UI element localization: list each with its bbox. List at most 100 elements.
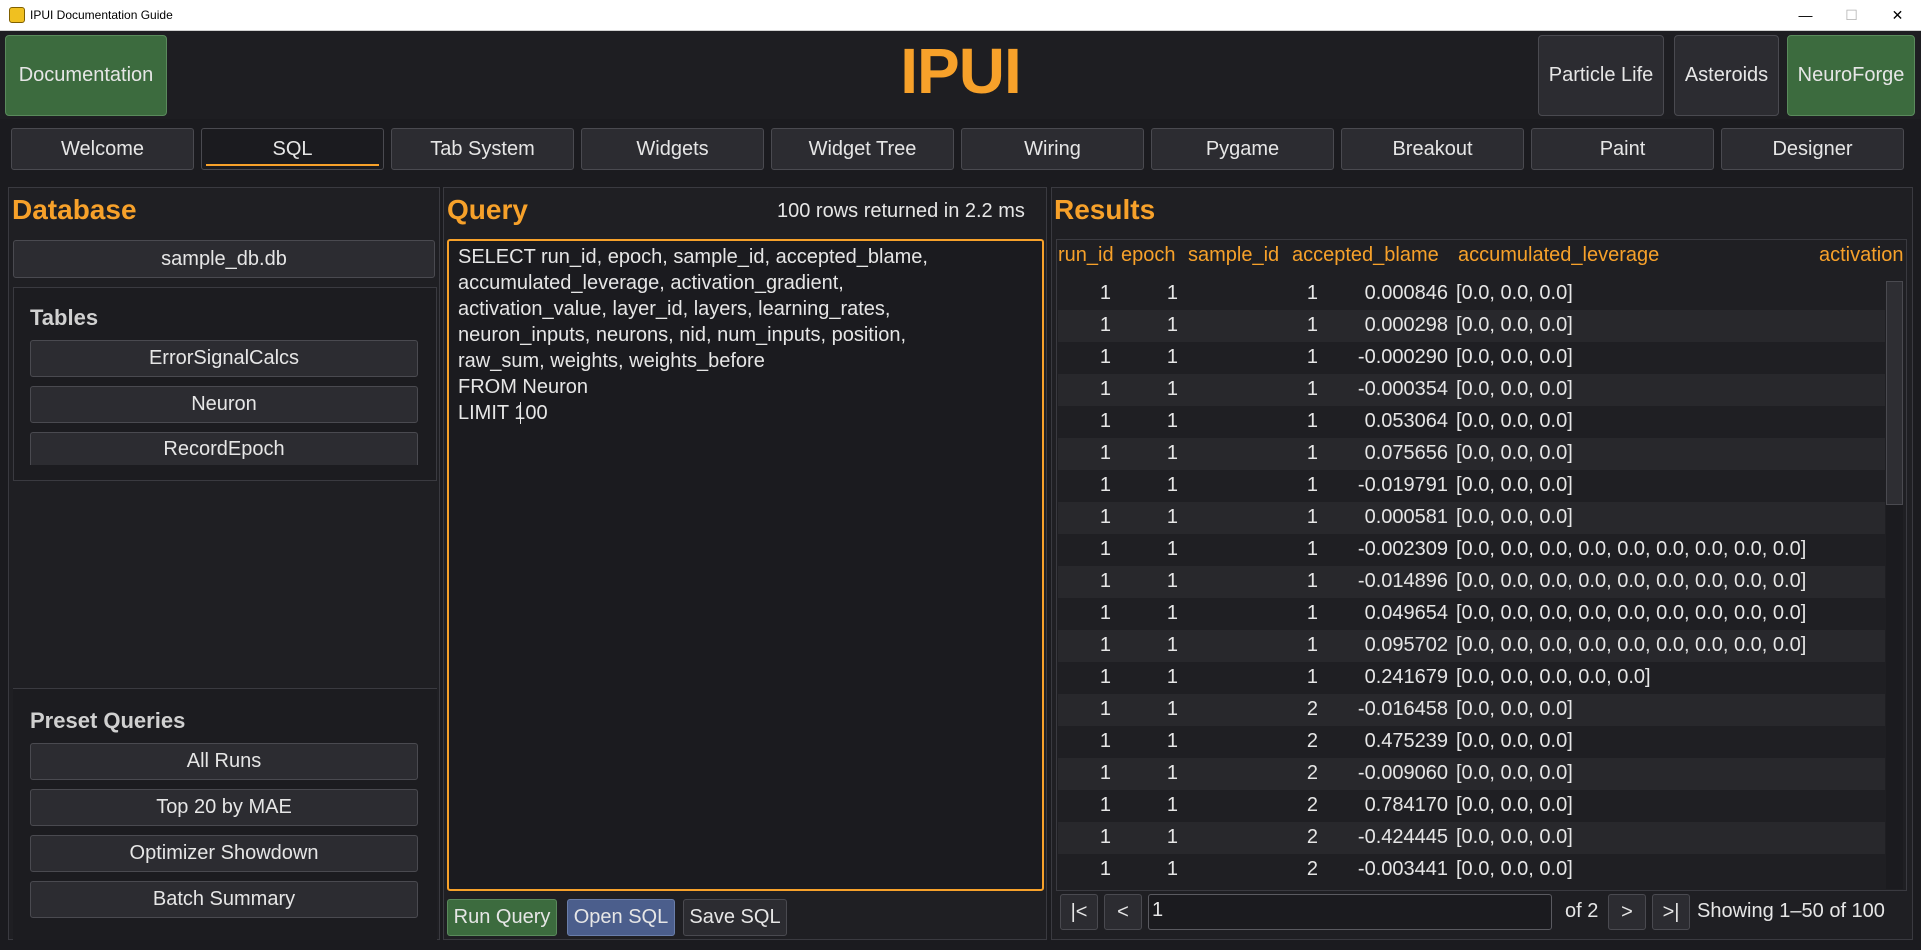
table-cell: 1 [1099, 666, 1111, 688]
asteroids-button[interactable]: Asteroids [1674, 35, 1779, 116]
preset-optimizer-showdown-button[interactable]: Optimizer Showdown [30, 835, 418, 872]
table-cell: 1 [1166, 506, 1178, 528]
column-header[interactable]: accepted_blame [1292, 244, 1439, 267]
column-header[interactable]: run_id [1058, 244, 1114, 267]
table-cell: 1 [1099, 762, 1111, 784]
table-cell: 1 [1306, 474, 1318, 496]
table-row[interactable]: 1 1 1 0.049654 [0.0, 0.0, 0.0, 0.0, 0.0, 0.0… [1058, 598, 1885, 630]
table-cell: 1 [1166, 570, 1178, 592]
table-cell: [0.0, 0.0, 0.0] [1456, 282, 1573, 304]
table-row[interactable]: 1 1 1 -0.000290 [0.0, 0.0, 0.0] [1058, 342, 1885, 374]
table-errorsignalcalcs-button[interactable]: ErrorSignalCalcs [30, 340, 418, 377]
table-row[interactable]: 1 1 1 -0.002309 [0.0, 0.0, 0.0, 0.0, 0.0, 0.… [1058, 534, 1885, 566]
particle-life-button[interactable]: Particle Life [1538, 35, 1664, 116]
database-file-button[interactable]: sample_db.db [13, 240, 435, 278]
tab-pygame[interactable]: Pygame [1151, 128, 1334, 170]
table-cell: 2 [1306, 826, 1318, 848]
tab-paint[interactable]: Paint [1531, 128, 1714, 170]
sql-line: raw_sum, weights, weights_before [458, 350, 765, 372]
sql-line: activation_value, layer_id, layers, lear… [458, 298, 891, 320]
table-row[interactable]: 1 1 1 0.000846 [0.0, 0.0, 0.0] [1058, 278, 1885, 310]
table-cell: 1 [1306, 602, 1318, 624]
table-row[interactable]: 1 1 1 0.241679 [0.0, 0.0, 0.0, 0.0, 0.0] [1058, 662, 1885, 694]
first-page-button[interactable]: |< [1060, 894, 1098, 930]
table-cell: 1 [1166, 666, 1178, 688]
table-cell: 1 [1306, 570, 1318, 592]
table-row[interactable]: 1 1 2 -0.009060 [0.0, 0.0, 0.0] [1058, 758, 1885, 790]
table-cell: 0.241679 [1364, 666, 1448, 688]
table-cell: 1 [1306, 538, 1318, 560]
column-header[interactable]: epoch [1121, 244, 1176, 267]
presets-title: Preset Queries [30, 708, 186, 733]
table-row[interactable]: 1 1 2 0.475239 [0.0, 0.0, 0.0] [1058, 726, 1885, 758]
tab-sql[interactable]: SQL [201, 128, 384, 170]
table-row[interactable]: 1 1 1 0.000581 [0.0, 0.0, 0.0] [1058, 502, 1885, 534]
page-number-input[interactable]: 1 [1148, 894, 1552, 930]
page-count-label: of 2 [1565, 900, 1599, 922]
table-cell: 1 [1166, 474, 1178, 496]
tab-tab-system[interactable]: Tab System [391, 128, 574, 170]
table-row[interactable]: 1 1 1 0.000298 [0.0, 0.0, 0.0] [1058, 310, 1885, 342]
table-cell: 1 [1099, 410, 1111, 432]
next-page-button[interactable]: > [1608, 894, 1646, 930]
preset-all-runs-button[interactable]: All Runs [30, 743, 418, 780]
open-sql-button[interactable]: Open SQL [567, 899, 675, 936]
table-cell: 1 [1166, 442, 1178, 464]
scrollbar-thumb[interactable] [1886, 281, 1903, 505]
table-row[interactable]: 1 1 1 -0.000354 [0.0, 0.0, 0.0] [1058, 374, 1885, 406]
neuroforge-button[interactable]: NeuroForge [1787, 35, 1915, 116]
column-header[interactable]: sample_id [1188, 244, 1279, 267]
table-cell: 1 [1099, 474, 1111, 496]
last-page-button[interactable]: >| [1652, 894, 1690, 930]
table-cell: [0.0, 0.0, 0.0] [1456, 698, 1573, 720]
table-cell: 1 [1166, 730, 1178, 752]
table-cell: [0.0, 0.0, 0.0] [1456, 762, 1573, 784]
table-row[interactable]: 1 1 2 0.784170 [0.0, 0.0, 0.0] [1058, 790, 1885, 822]
sql-line: neuron_inputs, neurons, nid, num_inputs,… [458, 324, 907, 346]
table-row[interactable]: 1 1 2 -0.003441 [0.0, 0.0, 0.0] [1058, 854, 1885, 886]
table-cell: -0.000354 [1357, 378, 1448, 400]
table-recordepoch-button[interactable]: RecordEpoch [30, 432, 418, 465]
tab-widgets[interactable]: Widgets [581, 128, 764, 170]
tab-breakout[interactable]: Breakout [1341, 128, 1524, 170]
tab-widget-tree[interactable]: Widget Tree [771, 128, 954, 170]
table-cell: 2 [1306, 762, 1318, 784]
save-sql-button[interactable]: Save SQL [683, 899, 787, 936]
table-cell: -0.019791 [1357, 474, 1448, 496]
tab-welcome[interactable]: Welcome [11, 128, 194, 170]
column-header[interactable]: activation [1819, 244, 1905, 267]
prev-page-button[interactable]: < [1104, 894, 1142, 930]
table-row[interactable]: 1 1 2 -0.424445 [0.0, 0.0, 0.0] [1058, 822, 1885, 854]
close-button[interactable]: ✕ [1875, 0, 1920, 30]
table-neuron-button[interactable]: Neuron [30, 386, 418, 423]
table-row[interactable]: 1 1 1 0.075656 [0.0, 0.0, 0.0] [1058, 438, 1885, 470]
table-cell: 1 [1306, 314, 1318, 336]
table-row[interactable]: 1 1 2 -0.016458 [0.0, 0.0, 0.0] [1058, 694, 1885, 726]
sql-line: LIMIT 100 [458, 402, 548, 424]
table-cell: 1 [1099, 378, 1111, 400]
table-cell: 1 [1306, 378, 1318, 400]
preset-top-20-mae-button[interactable]: Top 20 by MAE [30, 789, 418, 826]
table-cell: 1 [1099, 314, 1111, 336]
table-row[interactable]: 1 1 1 0.053064 [0.0, 0.0, 0.0] [1058, 406, 1885, 438]
table-cell: -0.002309 [1357, 538, 1448, 560]
minimize-button[interactable]: — [1783, 0, 1828, 30]
table-cell: -0.424445 [1357, 826, 1448, 848]
sql-editor[interactable]: SELECT run_id, epoch, sample_id, accepte… [447, 239, 1044, 891]
table-cell: [0.0, 0.0, 0.0] [1456, 506, 1573, 528]
tab-designer[interactable]: Designer [1721, 128, 1904, 170]
maximize-button[interactable]: ☐ [1829, 0, 1874, 30]
app-icon [9, 7, 25, 23]
table-cell: 1 [1306, 634, 1318, 656]
table-row[interactable]: 1 1 1 -0.014896 [0.0, 0.0, 0.0, 0.0, 0.0, 0.… [1058, 566, 1885, 598]
query-status: 100 rows returned in 2.2 ms [777, 200, 1025, 222]
table-row[interactable]: 1 1 1 0.095702 [0.0, 0.0, 0.0, 0.0, 0.0, 0.0… [1058, 630, 1885, 662]
column-header[interactable]: accumulated_leverage [1458, 244, 1659, 267]
tab-wiring[interactable]: Wiring [961, 128, 1144, 170]
table-cell: [0.0, 0.0, 0.0] [1456, 346, 1573, 368]
run-query-button[interactable]: Run Query [447, 899, 557, 936]
preset-batch-summary-button[interactable]: Batch Summary [30, 881, 418, 918]
table-row[interactable]: 1 1 1 -0.019791 [0.0, 0.0, 0.0] [1058, 470, 1885, 502]
table-cell: 1 [1306, 410, 1318, 432]
table-cell: 1 [1099, 826, 1111, 848]
